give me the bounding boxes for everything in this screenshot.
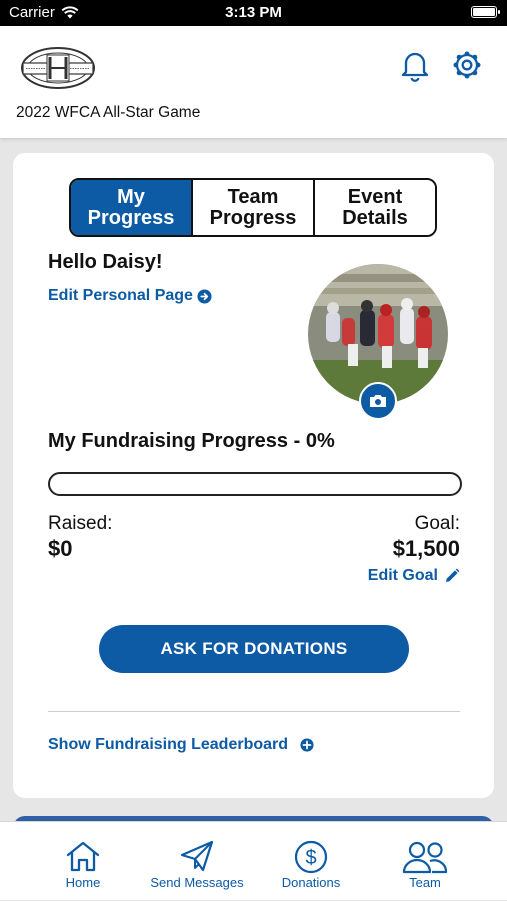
home-icon (66, 841, 100, 872)
nav-team[interactable]: Team (362, 822, 488, 901)
event-title: 2022 WFCA All-Star Game (16, 104, 201, 121)
nav-home[interactable]: Home (20, 822, 146, 901)
tab-event-details[interactable]: Event Details (315, 180, 435, 235)
pencil-icon (446, 568, 460, 582)
dollar-circle-icon: $ (294, 840, 328, 874)
arrow-circle-right-icon (197, 288, 212, 304)
battery-icon (471, 6, 500, 18)
segmented-tabs: My Progress Team Progress Event Details (69, 178, 437, 237)
change-photo-button[interactable] (359, 382, 397, 420)
team-icon (402, 841, 448, 874)
gear-icon[interactable] (450, 48, 484, 82)
bottom-tab-bar: Home Send Messages $ Donations Team (0, 821, 507, 900)
fundraising-progress-bar (48, 472, 462, 496)
nav-donations[interactable]: $ Donations (248, 822, 374, 901)
raised-amount: $0 (48, 536, 73, 561)
goal-amount: $1,500 (392, 536, 460, 561)
divider (48, 711, 460, 712)
ask-for-donations-button[interactable]: ASK FOR DONATIONS (99, 625, 409, 673)
edit-personal-page-label: Edit Personal Page (48, 287, 193, 304)
show-leaderboard-link[interactable]: Show Fundraising Leaderboard (48, 736, 314, 754)
edit-goal-label: Edit Goal (367, 567, 438, 584)
nav-home-label: Home (65, 875, 101, 890)
status-bar: Carrier 3:13 PM (0, 0, 507, 26)
paper-plane-icon (180, 840, 214, 872)
nav-send-messages[interactable]: Send Messages (134, 822, 260, 901)
plus-circle-icon (300, 738, 314, 752)
status-time: 3:13 PM (225, 4, 282, 21)
fundraising-progress-title: My Fundraising Progress - 0% (48, 430, 335, 452)
show-leaderboard-label: Show Fundraising Leaderboard (48, 736, 289, 753)
app-header: 2022 WFCA All-Star Game (0, 26, 507, 138)
bell-icon[interactable] (398, 48, 432, 82)
nav-team-label: Team (409, 875, 441, 890)
tab-team-progress[interactable]: Team Progress (193, 180, 315, 235)
svg-text:$: $ (305, 847, 316, 869)
nav-donations-label: Donations (281, 875, 341, 890)
wfca-logo (21, 47, 95, 89)
raised-label: Raised: (48, 513, 113, 534)
nav-send-messages-label: Send Messages (150, 875, 244, 890)
edit-goal-link[interactable]: Edit Goal (368, 567, 460, 585)
camera-icon (370, 395, 386, 407)
tab-my-progress[interactable]: My Progress (71, 180, 193, 235)
progress-card: My Progress Team Progress Event Details Hel… (13, 153, 494, 798)
greeting-text: Hello Daisy! (48, 251, 163, 273)
goal-label: Goal: (414, 513, 460, 534)
edit-personal-page-link[interactable]: Edit Personal Page (48, 287, 212, 305)
